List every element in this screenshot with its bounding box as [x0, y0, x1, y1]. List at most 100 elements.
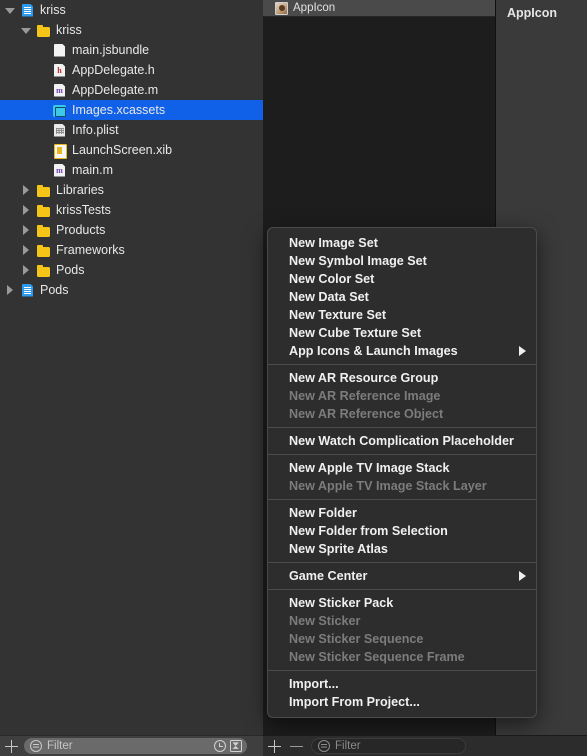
- detail-title: AppIcon: [507, 6, 557, 20]
- menu-item: New Sticker Sequence: [268, 630, 536, 648]
- disclosure-triangle-closed-icon[interactable]: [20, 264, 32, 276]
- navigator-row[interactable]: Images.xcassets: [0, 100, 263, 120]
- new-asset-context-menu[interactable]: New Image Set New Symbol Image Set New Col…: [267, 227, 537, 718]
- menu-item[interactable]: New Cube Texture Set: [268, 324, 536, 342]
- project-navigator[interactable]: kriss kriss main.jsbundle AppDelegate.h AppD…: [0, 0, 263, 735]
- menu-item-label: New Folder from Selection: [289, 524, 448, 538]
- disclosure-triangle-closed-icon[interactable]: [4, 284, 16, 296]
- menu-item[interactable]: New Color Set: [268, 270, 536, 288]
- menu-item[interactable]: New Sprite Atlas: [268, 540, 536, 558]
- navigator-row[interactable]: Info.plist: [0, 120, 263, 140]
- submenu-arrow-icon: [519, 346, 526, 356]
- xib-file-icon: [52, 143, 67, 159]
- remove-asset-button[interactable]: [285, 736, 307, 756]
- menu-item[interactable]: New Data Set: [268, 288, 536, 306]
- asset-catalog-icon: [52, 103, 67, 118]
- menu-separator: [268, 589, 536, 590]
- add-asset-button[interactable]: [263, 736, 285, 756]
- menu-item[interactable]: Game Center: [268, 567, 536, 585]
- menu-group: Import... Import From Project...: [268, 673, 536, 713]
- disclosure-triangle-closed-icon[interactable]: [20, 204, 32, 216]
- menu-separator: [268, 562, 536, 563]
- menu-item[interactable]: New Folder from Selection: [268, 522, 536, 540]
- navigator-row[interactable]: Pods: [0, 260, 263, 280]
- menu-item-label: New Data Set: [289, 290, 369, 304]
- filter-icon: [318, 740, 330, 752]
- menu-group: New AR Resource Group New AR Reference Im…: [268, 367, 536, 425]
- navigator-row-label: krissTests: [56, 203, 111, 217]
- navigator-row[interactable]: Products: [0, 220, 263, 240]
- menu-item[interactable]: New Symbol Image Set: [268, 252, 536, 270]
- menu-item[interactable]: New Watch Complication Placeholder: [268, 432, 536, 450]
- menu-item[interactable]: New Folder: [268, 504, 536, 522]
- menu-item[interactable]: New Image Set: [268, 234, 536, 252]
- disclosure-triangle-closed-icon[interactable]: [20, 184, 32, 196]
- navigator-row[interactable]: main.m: [0, 160, 263, 180]
- navigator-row[interactable]: Pods: [0, 280, 263, 300]
- disclosure-triangle-open-icon[interactable]: [4, 4, 16, 16]
- menu-item: New Apple TV Image Stack Layer: [268, 477, 536, 495]
- navigator-row-label: Pods: [40, 283, 69, 297]
- menu-item-label: App Icons & Launch Images: [289, 344, 458, 358]
- disclosure-triangle-closed-icon[interactable]: [20, 244, 32, 256]
- menu-group: New Apple TV Image Stack New Apple TV Ima…: [268, 457, 536, 497]
- disclosure-triangle-closed-icon[interactable]: [20, 224, 32, 236]
- menu-item-label: New Sticker Sequence Frame: [289, 650, 465, 664]
- menu-item[interactable]: New Apple TV Image Stack: [268, 459, 536, 477]
- navigator-row-label: Images.xcassets: [72, 103, 166, 117]
- menu-item[interactable]: App Icons & Launch Images: [268, 342, 536, 360]
- navigator-row[interactable]: LaunchScreen.xib: [0, 140, 263, 160]
- navigator-row-label: Frameworks: [56, 243, 125, 257]
- menu-item[interactable]: Import...: [268, 675, 536, 693]
- menu-item[interactable]: New AR Resource Group: [268, 369, 536, 387]
- navigator-row[interactable]: Libraries: [0, 180, 263, 200]
- menu-item-label: New Cube Texture Set: [289, 326, 422, 340]
- header-file-icon: [52, 63, 67, 78]
- menu-item-label: New Apple TV Image Stack Layer: [289, 479, 487, 493]
- menu-item[interactable]: New Sticker Pack: [268, 594, 536, 612]
- menu-item-label: New Texture Set: [289, 308, 387, 322]
- menu-item-label: New Watch Complication Placeholder: [289, 434, 514, 448]
- navigator-row[interactable]: AppDelegate.m: [0, 80, 263, 100]
- folder-icon: [36, 243, 51, 258]
- navigator-row-label: main.m: [72, 163, 113, 177]
- add-navigator-item-button[interactable]: [0, 736, 22, 756]
- navigator-row[interactable]: Frameworks: [0, 240, 263, 260]
- navigator-row-label: Libraries: [56, 183, 104, 197]
- disclosure-triangle-open-icon[interactable]: [20, 24, 32, 36]
- navigator-filter-placeholder: Filter: [47, 740, 73, 752]
- menu-item-label: Game Center: [289, 569, 368, 583]
- menu-separator: [268, 364, 536, 365]
- menu-separator: [268, 454, 536, 455]
- asset-filter-field[interactable]: Filter: [311, 738, 466, 754]
- navigator-filter-field[interactable]: Filter: [24, 738, 247, 754]
- menu-item-label: New AR Resource Group: [289, 371, 439, 385]
- project-file-icon: [20, 283, 35, 298]
- asset-list-item-label: AppIcon: [293, 2, 336, 14]
- menu-item-label: New Symbol Image Set: [289, 254, 427, 268]
- navigator-row[interactable]: AppDelegate.h: [0, 60, 263, 80]
- recent-files-icon[interactable]: [214, 740, 226, 752]
- menu-item: New Sticker: [268, 612, 536, 630]
- menu-item-label: New Color Set: [289, 272, 375, 286]
- navigator-row[interactable]: kriss: [0, 20, 263, 40]
- navigator-bottom-bar: Filter: [0, 735, 263, 756]
- asset-list-item-appicon[interactable]: AppIcon: [263, 0, 495, 17]
- folder-icon: [36, 203, 51, 218]
- objc-file-icon: [52, 163, 67, 178]
- plist-file-icon: [52, 123, 67, 138]
- navigator-row-label: kriss: [56, 23, 82, 37]
- menu-item: New AR Reference Image: [268, 387, 536, 405]
- menu-item[interactable]: Import From Project...: [268, 693, 536, 711]
- menu-item[interactable]: New Texture Set: [268, 306, 536, 324]
- navigator-row[interactable]: krissTests: [0, 200, 263, 220]
- source-control-filter-icon[interactable]: [230, 740, 242, 752]
- navigator-row[interactable]: kriss: [0, 0, 263, 20]
- navigator-row[interactable]: main.jsbundle: [0, 40, 263, 60]
- navigator-filter-trailing-icons: [214, 740, 242, 752]
